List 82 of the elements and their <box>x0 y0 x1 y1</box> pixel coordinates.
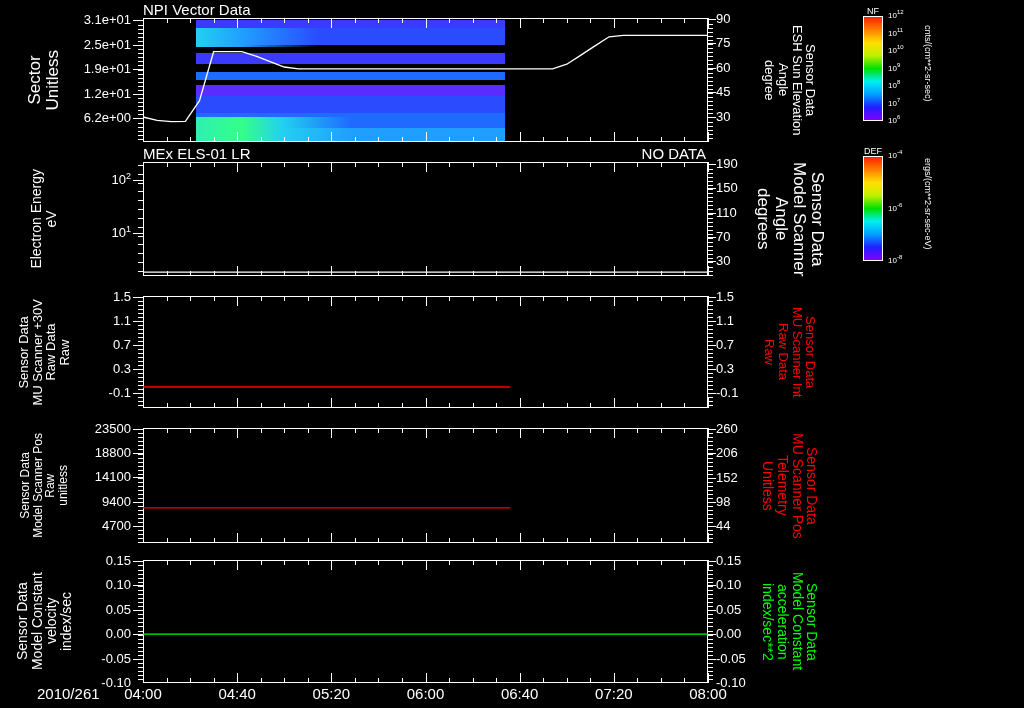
tick-label: 10$^{1}$ <box>111 226 131 240</box>
colorbar-title: NF <box>867 6 879 16</box>
units-label: ergs/(cm**2-sr-sec-eV) <box>922 157 933 250</box>
tick-label: 10$^{12}$ <box>888 11 905 21</box>
tick-label: 10$^{-8}$ <box>888 256 904 266</box>
tick-label: -0.10 <box>101 676 131 690</box>
tick-label: 110 <box>716 205 737 220</box>
tick-label: 190 <box>716 157 738 171</box>
tick-label: 98 <box>716 494 731 509</box>
tick-label: 0.10 <box>716 578 742 593</box>
tick-label: 1.2e+01 <box>83 86 131 101</box>
tick-label: 10$^{10}$ <box>888 46 905 56</box>
tick-label: 14100 <box>94 470 131 485</box>
tick-label: 90 <box>716 12 731 26</box>
tick-label: 0.7 <box>112 338 131 353</box>
tick-label: -0.1 <box>108 386 131 400</box>
units-label: cnts/(cm**2-sr-sec) <box>922 25 933 102</box>
tick-label: 23500 <box>94 422 131 436</box>
tick-label: 70 <box>716 229 731 244</box>
tick-label: 10$^{-6}$ <box>888 203 904 214</box>
tick-label: 44 <box>716 519 731 533</box>
time-tick-label: 07:20 <box>595 685 633 703</box>
tick-label: 0.7 <box>716 338 735 352</box>
tick-label: 9400 <box>102 494 131 509</box>
tick-label: -0.05 <box>716 651 746 666</box>
axis-title: Sector Unitless <box>26 49 62 111</box>
tick-label: 0.10 <box>105 578 131 593</box>
axis-title: Sensor Data ESH Sun Elevation Angle degree <box>762 24 818 136</box>
tick-label: 30 <box>716 254 731 269</box>
tick-label: 10$^{11}$ <box>888 28 905 39</box>
axis-title: Sensor Data Model Constant velocity index/sec <box>14 572 74 671</box>
time-tick-label: 04:40 <box>218 685 256 703</box>
tick-label: 0.15 <box>105 554 131 568</box>
tick-label: 6.2e+00 <box>83 111 131 125</box>
colorbar-title: DEF <box>864 146 882 156</box>
tick-label: 4700 <box>102 518 131 533</box>
tick-label: -0.1 <box>716 386 739 400</box>
time-tick-label: 05:20 <box>312 685 351 703</box>
tick-label: 10$^{9}$ <box>888 63 902 74</box>
tick-label: 0.3 <box>112 362 131 377</box>
status-label: NO DATA <box>641 146 706 162</box>
axis-title: Sensor Data Model Constant acceleration index/sec**2 <box>760 572 820 671</box>
tick-label: 0.3 <box>716 362 735 376</box>
axis-title: Electron Energy eV <box>29 169 59 269</box>
tick-label: 0.00 <box>105 627 131 642</box>
tick-label: 1.1 <box>716 314 735 328</box>
tick-label: -0.05 <box>101 651 131 666</box>
tick-label: 1.5 <box>716 290 735 304</box>
tick-label: 2.5e+01 <box>83 37 131 52</box>
tick-label: 152 <box>716 470 738 485</box>
tick-label: 10$^{2}$ <box>111 173 131 187</box>
tick-label: 3.1e+01 <box>83 13 131 27</box>
axis-title: Sensor Data Model Scanner Angle degrees <box>754 161 826 277</box>
tick-label: 0.00 <box>716 627 742 642</box>
tick-label: 10$^{8}$ <box>888 81 902 91</box>
panel-title: NPI Vector Data <box>143 2 251 18</box>
tick-label: 0.15 <box>716 554 742 568</box>
date-label: 2010/261 <box>37 685 100 703</box>
tick-label: 60 <box>716 61 731 75</box>
tick-label: 206 <box>716 446 738 461</box>
tick-label: 260 <box>716 422 738 436</box>
axis-title: Sensor Data MU Scanner Pos Telemetry Unitless <box>760 432 820 539</box>
tick-label: 1.1 <box>112 314 131 329</box>
tick-label: 45 <box>716 85 731 100</box>
tick-label: 1.9e+01 <box>83 62 131 76</box>
tick-label: 10$^{-4}$ <box>888 151 904 161</box>
tick-label: 0.05 <box>716 602 742 617</box>
axis-title: Sensor Data MU Scanner +30V Raw Data Raw <box>16 298 72 406</box>
axis-title: Sensor Data MU Scanner Int Raw Data Raw <box>762 306 818 398</box>
tick-label: 30 <box>716 110 731 124</box>
time-tick-label: 06:00 <box>406 685 445 703</box>
tick-label: 0.05 <box>105 602 131 617</box>
tick-label: 10$^{6}$ <box>888 116 902 126</box>
tick-label: 1.5 <box>112 290 131 305</box>
axis-title: Sensor Data Model Scanner Pos Raw unitless <box>18 433 70 538</box>
tick-label: 10$^{7}$ <box>888 98 902 109</box>
tick-label: 75 <box>716 36 731 51</box>
time-tick-label: 06:40 <box>500 685 539 703</box>
tick-label: 18800 <box>94 446 131 461</box>
tick-label: 150 <box>716 181 738 196</box>
tick-label: -0.10 <box>716 676 746 690</box>
panel-title: MEx ELS-01 LR <box>143 146 251 162</box>
